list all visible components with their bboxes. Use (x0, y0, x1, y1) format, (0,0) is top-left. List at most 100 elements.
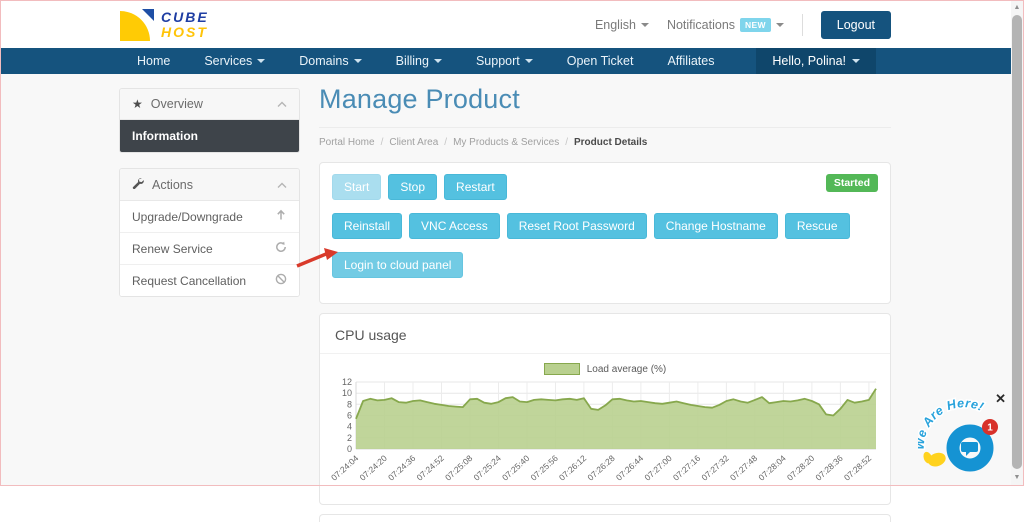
ban-icon (275, 273, 287, 288)
svg-text:07:26:12: 07:26:12 (557, 453, 588, 483)
vnc-access-button[interactable]: VNC Access (409, 213, 500, 239)
stop-button[interactable]: Stop (388, 174, 437, 200)
svg-text:07:25:56: 07:25:56 (529, 453, 560, 483)
chart-legend: Load average (%) (320, 354, 890, 377)
cubehost-logo-text: CUBE HOST (161, 10, 209, 39)
sidebar-item-renew-service[interactable]: Renew Service (120, 233, 299, 265)
svg-text:07:28:20: 07:28:20 (785, 453, 816, 483)
legend-label: Load average (%) (587, 364, 667, 375)
arrow-up-icon (275, 209, 287, 224)
main-navbar: Home ServicesDomains Billing Support Open Ti… (1, 48, 1011, 74)
chevron-up-icon (277, 178, 287, 192)
svg-text:8: 8 (347, 399, 352, 409)
star-icon: ★ (132, 97, 143, 111)
breadcrumb-separator: / (565, 137, 568, 148)
reset-root-password-button[interactable]: Reset Root Password (507, 213, 647, 239)
sidebar-item-information[interactable]: Information (120, 120, 299, 152)
svg-text:07:26:44: 07:26:44 (614, 453, 645, 483)
chevron-down-icon (641, 23, 649, 27)
login-to-cloud-panel-button[interactable]: Login to cloud panel (332, 252, 463, 278)
svg-text:10: 10 (342, 388, 352, 398)
scroll-up-arrow-icon[interactable]: ▲ (1011, 2, 1023, 14)
svg-text:07:24:52: 07:24:52 (415, 453, 446, 483)
breadcrumb-my-products-services[interactable]: My Products & Services (453, 137, 559, 148)
svg-text:07:27:48: 07:27:48 (728, 453, 759, 483)
svg-text:07:25:08: 07:25:08 (443, 453, 474, 483)
cpu-usage-chart: 02468101207:24:0407:24:2007:24:3607:24:5… (330, 377, 882, 495)
reinstall-button[interactable]: Reinstall (332, 213, 402, 239)
actions-title: Actions (152, 178, 193, 192)
svg-text:07:28:52: 07:28:52 (842, 453, 873, 483)
svg-text:07:24:20: 07:24:20 (358, 453, 389, 483)
nav-item-label: Affiliates (667, 54, 714, 68)
close-icon[interactable]: ✕ (995, 392, 1006, 405)
nav-item-affiliates[interactable]: Affiliates (650, 48, 731, 74)
nav-item-billing[interactable]: Billing (379, 48, 459, 74)
overview-title: Overview (151, 97, 203, 111)
svg-text:07:25:40: 07:25:40 (500, 453, 531, 483)
nav-item-open-ticket[interactable]: Open Ticket (550, 48, 651, 74)
restart-button[interactable]: Restart (444, 174, 507, 200)
svg-text:2: 2 (347, 433, 352, 443)
sidebar: ★ Overview Information Actions Upgrade/D… (119, 88, 300, 312)
nav-item-label: Support (476, 54, 520, 68)
breadcrumb-separator: / (381, 137, 384, 148)
svg-text:0: 0 (347, 444, 352, 454)
nav-item-services[interactable]: Services (187, 48, 282, 74)
actions-panel-header[interactable]: Actions (120, 169, 299, 201)
chevron-down-icon (354, 59, 362, 63)
chat-bubble-icon (961, 442, 978, 456)
nav-item-label: Billing (396, 54, 429, 68)
cubehost-logo-icon (120, 9, 154, 41)
header-divider (802, 14, 803, 36)
nav-item-support[interactable]: Support (459, 48, 550, 74)
breadcrumb: Portal Home / Client Area / My Products & Se… (319, 128, 891, 162)
sidebar-item-label: Renew Service (132, 242, 213, 256)
chevron-up-icon (277, 97, 287, 111)
refresh-icon (275, 241, 287, 256)
cpu-usage-title: CPU usage (320, 314, 890, 354)
language-dropdown[interactable]: English (595, 18, 649, 32)
svg-text:07:27:32: 07:27:32 (699, 453, 730, 483)
main-column: Manage Product Portal Home/Client Area/M… (319, 84, 891, 531)
breadcrumb-portal-home[interactable]: Portal Home (319, 137, 375, 148)
chevron-down-icon (525, 59, 533, 63)
sidebar-item-upgrade-downgrade[interactable]: Upgrade/Downgrade (120, 201, 299, 233)
logout-button[interactable]: Logout (821, 11, 891, 39)
breadcrumb-client-area[interactable]: Client Area (389, 137, 438, 148)
product-controls-card: StartStopRestartStarted ReinstallVNC Acc… (319, 162, 891, 304)
user-greeting-dropdown[interactable]: Hello, Polina! (756, 48, 876, 74)
nav-item-domains[interactable]: Domains (282, 48, 378, 74)
overview-panel-header[interactable]: ★ Overview (120, 89, 299, 120)
sidebar-item-label: Upgrade/Downgrade (132, 210, 243, 224)
red-annotation-arrow (294, 247, 338, 269)
scrollbar-thumb[interactable] (1012, 15, 1022, 469)
cubehost-logo[interactable]: CUBE HOST (120, 9, 209, 41)
svg-text:07:27:00: 07:27:00 (642, 453, 673, 483)
rescue-button[interactable]: Rescue (785, 213, 850, 239)
chevron-down-icon (257, 59, 265, 63)
greeting-label: Hello, Polina! (772, 54, 846, 68)
svg-text:07:27:16: 07:27:16 (671, 453, 702, 483)
vertical-scrollbar[interactable]: ▲ ▼ (1011, 1, 1023, 485)
start-button[interactable]: Start (332, 174, 381, 200)
language-label: English (595, 18, 636, 32)
nav-item-label: Home (137, 54, 170, 68)
chevron-down-icon (852, 59, 860, 63)
chevron-down-icon (434, 59, 442, 63)
nav-item-home[interactable]: Home (120, 48, 187, 74)
change-hostname-button[interactable]: Change Hostname (654, 213, 778, 239)
svg-text:12: 12 (342, 377, 352, 387)
svg-text:07:24:36: 07:24:36 (386, 453, 417, 483)
notifications-label: Notifications (667, 18, 735, 32)
notifications-dropdown[interactable]: Notifications NEW (667, 18, 784, 32)
svg-text:07:28:36: 07:28:36 (813, 453, 844, 483)
breadcrumb-product-details: Product Details (574, 137, 647, 148)
sidebar-item-label: Request Cancellation (132, 274, 246, 288)
live-chat-widget[interactable]: ✕ We Are Here! 1 (918, 390, 1010, 482)
svg-text:4: 4 (347, 422, 352, 432)
svg-text:07:25:24: 07:25:24 (472, 453, 503, 483)
sidebar-item-request-cancellation[interactable]: Request Cancellation (120, 265, 299, 296)
scroll-down-arrow-icon[interactable]: ▼ (1011, 472, 1023, 484)
actions-panel: Actions Upgrade/Downgrade Renew Service Re… (119, 168, 300, 297)
